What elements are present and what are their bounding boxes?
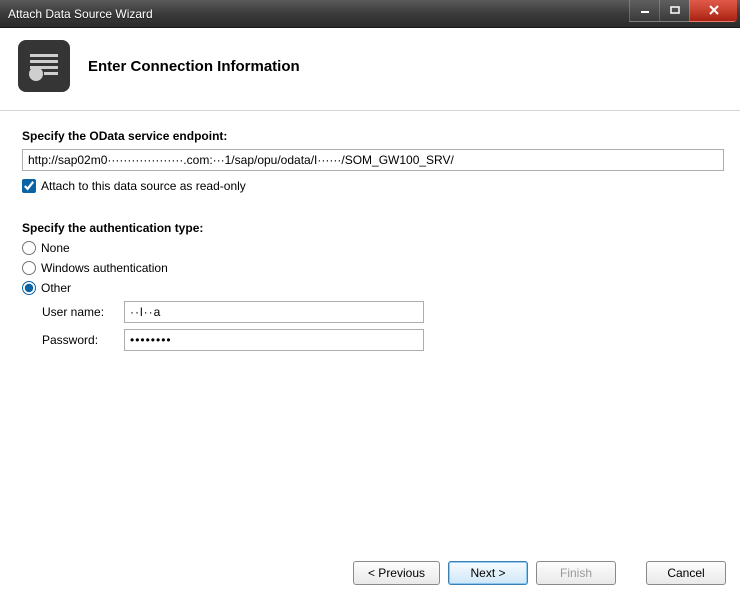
maximize-button[interactable] [659, 0, 689, 22]
cancel-button[interactable]: Cancel [646, 561, 726, 585]
password-label: Password: [42, 333, 124, 347]
finish-button[interactable]: Finish [536, 561, 616, 585]
previous-button[interactable]: < Previous [353, 561, 440, 585]
auth-option-windows[interactable]: Windows authentication [41, 261, 168, 275]
close-icon [708, 5, 720, 15]
window-controls [629, 0, 740, 22]
auth-option-other[interactable]: Other [41, 281, 71, 295]
titlebar: Attach Data Source Wizard [0, 0, 740, 28]
auth-radio-none[interactable] [22, 241, 36, 255]
auth-radio-other[interactable] [22, 281, 36, 295]
close-button[interactable] [689, 0, 737, 22]
next-button[interactable]: Next > [448, 561, 528, 585]
auth-option-none[interactable]: None [41, 241, 70, 255]
readonly-label[interactable]: Attach to this data source as read-only [41, 179, 246, 193]
wizard-header: Enter Connection Information [0, 28, 740, 111]
wizard-footer: < Previous Next > Finish Cancel [353, 561, 726, 585]
readonly-checkbox[interactable] [22, 179, 36, 193]
endpoint-label: Specify the OData service endpoint: [22, 129, 718, 143]
username-label: User name: [42, 305, 124, 319]
password-input[interactable] [124, 329, 424, 351]
endpoint-input[interactable] [22, 149, 724, 171]
maximize-icon [670, 6, 680, 14]
wizard-content: Specify the OData service endpoint: Atta… [0, 111, 740, 369]
minimize-button[interactable] [629, 0, 659, 22]
data-source-icon [18, 40, 70, 92]
window-title: Attach Data Source Wizard [8, 7, 153, 21]
page-title: Enter Connection Information [88, 58, 300, 75]
auth-radio-windows[interactable] [22, 261, 36, 275]
username-input[interactable] [124, 301, 424, 323]
minimize-icon [640, 6, 650, 14]
auth-label: Specify the authentication type: [22, 221, 718, 235]
